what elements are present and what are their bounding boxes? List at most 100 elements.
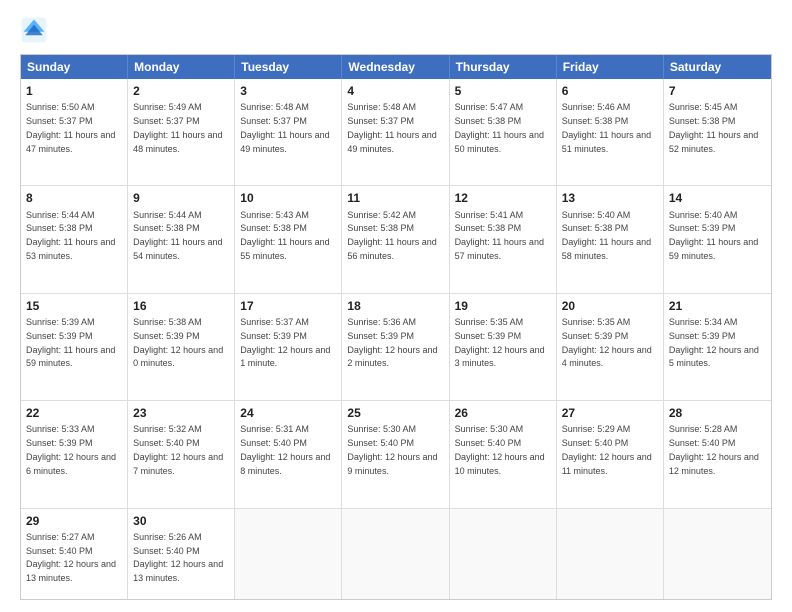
calendar-day: 5 Sunrise: 5:47 AMSunset: 5:38 PMDaylight…: [450, 79, 557, 185]
day-number: 27: [562, 405, 658, 421]
day-number: 15: [26, 298, 122, 314]
calendar-header-cell: Tuesday: [235, 55, 342, 79]
calendar-empty-cell: [450, 509, 557, 599]
day-number: 19: [455, 298, 551, 314]
calendar-day: 15Sunrise: 5:39 AMSunset: 5:39 PMDayligh…: [21, 294, 128, 400]
day-info: Sunrise: 5:41 AMSunset: 5:38 PMDaylight:…: [455, 210, 544, 261]
day-info: Sunrise: 5:46 AMSunset: 5:38 PMDaylight:…: [562, 102, 651, 153]
calendar-day: 26 Sunrise: 5:30 AMSunset: 5:40 PMDayligh…: [450, 401, 557, 507]
calendar-day: 6 Sunrise: 5:46 AMSunset: 5:38 PMDaylight…: [557, 79, 664, 185]
day-number: 23: [133, 405, 229, 421]
calendar-empty-cell: [557, 509, 664, 599]
day-info: Sunrise: 5:43 AMSunset: 5:38 PMDaylight:…: [240, 210, 329, 261]
calendar-day: 8 Sunrise: 5:44 AMSunset: 5:38 PMDaylight…: [21, 186, 128, 292]
day-info: Sunrise: 5:48 AMSunset: 5:37 PMDaylight:…: [347, 102, 436, 153]
calendar-empty-cell: [342, 509, 449, 599]
page: SundayMondayTuesdayWednesdayThursdayFrid…: [0, 0, 792, 612]
day-info: Sunrise: 5:44 AMSunset: 5:38 PMDaylight:…: [26, 210, 115, 261]
day-number: 28: [669, 405, 766, 421]
calendar-day: 12 Sunrise: 5:41 AMSunset: 5:38 PMDayligh…: [450, 186, 557, 292]
logo-icon: [20, 16, 48, 44]
calendar-header-cell: Friday: [557, 55, 664, 79]
day-info: Sunrise: 5:27 AMSunset: 5:40 PMDaylight:…: [26, 532, 116, 583]
day-info: Sunrise: 5:31 AMSunset: 5:40 PMDaylight:…: [240, 424, 330, 475]
calendar-day: 24 Sunrise: 5:31 AMSunset: 5:40 PMDayligh…: [235, 401, 342, 507]
day-info: Sunrise: 5:40 AMSunset: 5:38 PMDaylight:…: [562, 210, 651, 261]
calendar-header-cell: Sunday: [21, 55, 128, 79]
calendar-day: 19 Sunrise: 5:35 AMSunset: 5:39 PMDayligh…: [450, 294, 557, 400]
day-number: 13: [562, 190, 658, 206]
calendar-day: 29 Sunrise: 5:27 AMSunset: 5:40 PMDayligh…: [21, 509, 128, 599]
day-info: Sunrise: 5:45 AMSunset: 5:38 PMDaylight:…: [669, 102, 758, 153]
day-info: Sunrise: 5:29 AMSunset: 5:40 PMDaylight:…: [562, 424, 652, 475]
day-info: Sunrise: 5:32 AMSunset: 5:40 PMDaylight:…: [133, 424, 223, 475]
calendar-day: 14 Sunrise: 5:40 AMSunset: 5:39 PMDayligh…: [664, 186, 771, 292]
day-number: 5: [455, 83, 551, 99]
day-info: Sunrise: 5:30 AMSunset: 5:40 PMDaylight:…: [455, 424, 545, 475]
calendar-day: 2 Sunrise: 5:49 AMSunset: 5:37 PMDaylight…: [128, 79, 235, 185]
day-number: 16: [133, 298, 229, 314]
calendar-day: 20Sunrise: 5:35 AMSunset: 5:39 PMDayligh…: [557, 294, 664, 400]
day-number: 21: [669, 298, 766, 314]
day-info: Sunrise: 5:28 AMSunset: 5:40 PMDaylight:…: [669, 424, 759, 475]
day-info: Sunrise: 5:40 AMSunset: 5:39 PMDaylight:…: [669, 210, 758, 261]
day-info: Sunrise: 5:47 AMSunset: 5:38 PMDaylight:…: [455, 102, 544, 153]
calendar-day: 18 Sunrise: 5:36 AMSunset: 5:39 PMDayligh…: [342, 294, 449, 400]
calendar-day: 27 Sunrise: 5:29 AMSunset: 5:40 PMDayligh…: [557, 401, 664, 507]
calendar-day: 11 Sunrise: 5:42 AMSunset: 5:38 PMDayligh…: [342, 186, 449, 292]
day-number: 7: [669, 83, 766, 99]
calendar-header: SundayMondayTuesdayWednesdayThursdayFrid…: [21, 55, 771, 79]
header: [20, 16, 772, 44]
day-number: 10: [240, 190, 336, 206]
calendar-day: 4 Sunrise: 5:48 AMSunset: 5:37 PMDaylight…: [342, 79, 449, 185]
calendar-day: 25Sunrise: 5:30 AMSunset: 5:40 PMDayligh…: [342, 401, 449, 507]
calendar-day: 7 Sunrise: 5:45 AMSunset: 5:38 PMDaylight…: [664, 79, 771, 185]
calendar-week: 22 Sunrise: 5:33 AMSunset: 5:39 PMDayligh…: [21, 401, 771, 508]
calendar-week: 15Sunrise: 5:39 AMSunset: 5:39 PMDayligh…: [21, 294, 771, 401]
day-number: 1: [26, 83, 122, 99]
day-info: Sunrise: 5:44 AMSunset: 5:38 PMDaylight:…: [133, 210, 222, 261]
calendar-day: 1 Sunrise: 5:50 AMSunset: 5:37 PMDaylight…: [21, 79, 128, 185]
calendar-day: 23 Sunrise: 5:32 AMSunset: 5:40 PMDayligh…: [128, 401, 235, 507]
day-number: 9: [133, 190, 229, 206]
day-info: Sunrise: 5:37 AMSunset: 5:39 PMDaylight:…: [240, 317, 330, 368]
day-info: Sunrise: 5:36 AMSunset: 5:39 PMDaylight:…: [347, 317, 437, 368]
day-number: 8: [26, 190, 122, 206]
calendar-header-cell: Wednesday: [342, 55, 449, 79]
calendar-empty-cell: [235, 509, 342, 599]
calendar-day: 3Sunrise: 5:48 AMSunset: 5:37 PMDaylight…: [235, 79, 342, 185]
day-number: 6: [562, 83, 658, 99]
day-number: 14: [669, 190, 766, 206]
logo: [20, 16, 52, 44]
calendar-day: 30Sunrise: 5:26 AMSunset: 5:40 PMDayligh…: [128, 509, 235, 599]
day-number: 22: [26, 405, 122, 421]
day-number: 24: [240, 405, 336, 421]
day-number: 20: [562, 298, 658, 314]
day-number: 25: [347, 405, 443, 421]
day-info: Sunrise: 5:50 AMSunset: 5:37 PMDaylight:…: [26, 102, 115, 153]
day-number: 2: [133, 83, 229, 99]
calendar-day: 9 Sunrise: 5:44 AMSunset: 5:38 PMDaylight…: [128, 186, 235, 292]
day-info: Sunrise: 5:35 AMSunset: 5:39 PMDaylight:…: [455, 317, 545, 368]
calendar-header-cell: Thursday: [450, 55, 557, 79]
calendar-day: 17Sunrise: 5:37 AMSunset: 5:39 PMDayligh…: [235, 294, 342, 400]
day-info: Sunrise: 5:33 AMSunset: 5:39 PMDaylight:…: [26, 424, 116, 475]
day-info: Sunrise: 5:42 AMSunset: 5:38 PMDaylight:…: [347, 210, 436, 261]
calendar: SundayMondayTuesdayWednesdayThursdayFrid…: [20, 54, 772, 600]
day-info: Sunrise: 5:49 AMSunset: 5:37 PMDaylight:…: [133, 102, 222, 153]
calendar-day: 16 Sunrise: 5:38 AMSunset: 5:39 PMDayligh…: [128, 294, 235, 400]
day-number: 26: [455, 405, 551, 421]
day-info: Sunrise: 5:34 AMSunset: 5:39 PMDaylight:…: [669, 317, 759, 368]
day-number: 12: [455, 190, 551, 206]
day-number: 30: [133, 513, 229, 529]
day-number: 4: [347, 83, 443, 99]
calendar-header-cell: Saturday: [664, 55, 771, 79]
day-number: 18: [347, 298, 443, 314]
calendar-header-cell: Monday: [128, 55, 235, 79]
day-number: 11: [347, 190, 443, 206]
day-info: Sunrise: 5:38 AMSunset: 5:39 PMDaylight:…: [133, 317, 223, 368]
calendar-day: 13 Sunrise: 5:40 AMSunset: 5:38 PMDayligh…: [557, 186, 664, 292]
day-number: 29: [26, 513, 122, 529]
calendar-day: 28 Sunrise: 5:28 AMSunset: 5:40 PMDayligh…: [664, 401, 771, 507]
calendar-day: 10 Sunrise: 5:43 AMSunset: 5:38 PMDayligh…: [235, 186, 342, 292]
